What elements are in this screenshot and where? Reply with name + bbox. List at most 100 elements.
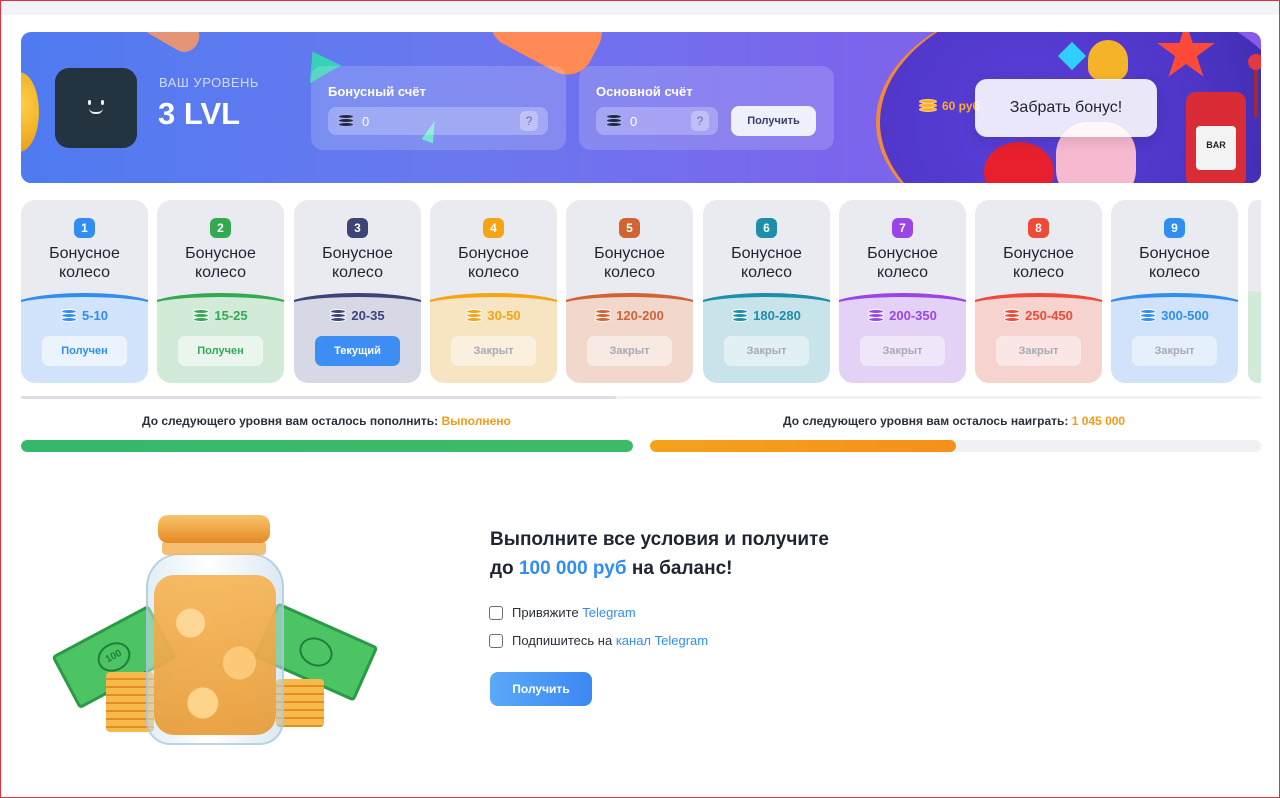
- coin-stack-icon: [606, 114, 622, 128]
- coin-stack-icon: [330, 308, 347, 323]
- decor-shape: [137, 32, 205, 57]
- wheel-range: 5-10: [21, 308, 148, 323]
- bonus-wheel-card[interactable]: 6 Бонусное колесо 180-280 Закрыт: [703, 200, 830, 383]
- wheel-number-badge: 2: [210, 218, 231, 238]
- question-icon[interactable]: ?: [691, 111, 709, 131]
- channel-link[interactable]: канал Telegram: [616, 633, 708, 648]
- wheel-range-value: 120-200: [616, 308, 664, 323]
- slot-label: BAR: [1196, 126, 1236, 170]
- wheel-range: 300-500: [1111, 308, 1238, 323]
- question-icon[interactable]: ?: [520, 111, 538, 131]
- bonus-wheels-carousel[interactable]: 1 Бонусное колесо 5-10 Получен 2 Бонусное кол…: [21, 200, 1261, 384]
- bonus-account-field: 0 ?: [328, 107, 548, 135]
- bonus-account-title: Бонусный счёт: [328, 84, 426, 99]
- wheel-name: Бонусное колесо: [49, 245, 120, 281]
- wheel-range-value: 30-50: [487, 308, 521, 323]
- carousel-scroll-thumb[interactable]: [21, 396, 616, 399]
- bonus-account-value: 0: [362, 113, 370, 129]
- wheel-name: Бонусное колесо: [731, 245, 802, 281]
- coin-stack-icon: [732, 308, 749, 323]
- wheel-status-button: Закрыт: [451, 336, 536, 366]
- wheel-status-button: Получен: [42, 336, 127, 366]
- coin-stack-icon: [1140, 308, 1157, 323]
- wager-progress-fill: [650, 440, 956, 452]
- wheel-status-button: Закрыт: [587, 336, 672, 366]
- wheel-number-badge: 3: [347, 218, 368, 238]
- bonus-wheel-card[interactable]: 3 Бонусное колесо 20-35 Текущий: [294, 200, 421, 383]
- coin-stack-icon: [60, 308, 77, 323]
- wheel-range-value: 200-350: [889, 308, 937, 323]
- telegram-checkbox[interactable]: [489, 605, 503, 620]
- slot-knob: [1248, 54, 1261, 70]
- coin-stack-icon: [1004, 308, 1021, 323]
- main-account-field: 0 ?: [596, 107, 718, 135]
- bonus-wheel-card[interactable]: 4 Бонусное колесо 30-50 Закрыт: [430, 200, 557, 383]
- wheel-status-button: Закрыт: [724, 336, 809, 366]
- channel-checkbox[interactable]: [489, 633, 503, 648]
- coin-stack-icon: [338, 114, 354, 128]
- level-caption: ВАШ УРОВЕНЬ: [159, 75, 259, 90]
- bonus-wheel-card[interactable]: 9 Бонусное колесо 300-500 Закрыт: [1111, 200, 1238, 383]
- deposit-progress-value: Выполнено: [441, 414, 511, 428]
- bonus-wheel-card[interactable]: 7 Бонусное колесо 200-350 Закрыт: [839, 200, 966, 383]
- wheel-status-button[interactable]: Текущий: [315, 336, 400, 366]
- wheel-status-button: Закрыт: [996, 336, 1081, 366]
- deposit-progress-label: До следующего уровня вам осталось пополн…: [142, 414, 511, 428]
- carousel-scrollbar[interactable]: [21, 396, 1261, 399]
- wheel-range: 200-350: [839, 308, 966, 323]
- level-value: 3 LVL: [158, 96, 241, 131]
- condition-channel[interactable]: Подпишитесь на канал Telegram: [489, 633, 708, 648]
- bonus-wheel-card[interactable]: 8 Бонусное колесо 250-450 Закрыт: [975, 200, 1102, 383]
- wheel-number-badge: 5: [619, 218, 640, 238]
- main-account-title: Основной счёт: [596, 84, 693, 99]
- wager-progress-bar: [650, 440, 1261, 452]
- top-strip: [1, 1, 1279, 15]
- wheel-range-value: 180-280: [753, 308, 801, 323]
- coin-stack-icon: [466, 308, 483, 323]
- deposit-progress-text: До следующего уровня вам осталось пополн…: [142, 414, 442, 428]
- wheel-number-badge: 7: [892, 218, 913, 238]
- wheel-number-badge: 8: [1028, 218, 1049, 238]
- wheel-name: Бонусное колесо: [322, 245, 393, 281]
- wheel-range: 120-200: [566, 308, 693, 323]
- wheel-status-button: Закрыт: [1132, 336, 1217, 366]
- offer-amount: 100 000 руб: [518, 558, 627, 579]
- bell-icon: [1088, 40, 1128, 80]
- offer-title: Выполните все условия и получите до 100 …: [490, 525, 829, 583]
- wheel-name: Бонусное колесо: [185, 245, 256, 281]
- condition-text: Привяжите: [512, 605, 583, 620]
- wheel-name: Бонусное колесо: [594, 245, 665, 281]
- wheel-range: 180-280: [703, 308, 830, 323]
- condition-telegram[interactable]: Привяжите Telegram: [489, 605, 636, 620]
- bonus-wheel-card[interactable]: 2 Бонусное колесо 15-25 Получен: [157, 200, 284, 383]
- offer-get-button[interactable]: Получить: [490, 672, 592, 706]
- wager-progress-text: До следующего уровня вам осталось наигра…: [783, 414, 1072, 428]
- wheel-number-badge: 6: [756, 218, 777, 238]
- wheel-range: 15-25: [157, 308, 284, 323]
- wager-progress-value: 1 045 000: [1071, 414, 1126, 428]
- wheel-name: Бонусное колесо: [458, 245, 529, 281]
- wheel-status-button: Получен: [178, 336, 263, 366]
- wheel-number-badge: 4: [483, 218, 504, 238]
- bonus-wheel-card[interactable]: 1 Бонусное колесо 5-10 Получен: [21, 200, 148, 383]
- claim-bonus-button[interactable]: Забрать бонус!: [975, 79, 1157, 137]
- main-account-get-button[interactable]: Получить: [731, 106, 816, 136]
- deposit-progress-bar: [21, 440, 633, 452]
- jar-icon: [146, 515, 284, 745]
- wager-progress-label: До следующего уровня вам осталось наигра…: [783, 414, 1125, 428]
- wheel-range-value: 5-10: [81, 308, 109, 323]
- bonus-wheel-card[interactable]: 5 Бонусное колесо 120-200 Закрыт: [566, 200, 693, 383]
- wheel-range: 30-50: [430, 308, 557, 323]
- wheel-range-value: 300-500: [1161, 308, 1209, 323]
- wheel-range-value: 250-450: [1025, 308, 1073, 323]
- wheel-name: Бонусное колесо: [1139, 245, 1210, 281]
- bonus-account: Бонусный счёт 0 ?: [311, 66, 566, 150]
- promo-amount: 60 руб: [919, 99, 980, 113]
- coin-stack-icon: [919, 99, 937, 113]
- coin-stack-icon: [595, 308, 612, 323]
- coin-stack-icon: [868, 308, 885, 323]
- main-account-value: 0: [630, 113, 638, 129]
- wheel-range: 250-450: [975, 308, 1102, 323]
- bonus-wheel-card-partial[interactable]: [1248, 200, 1261, 383]
- telegram-link[interactable]: Telegram: [582, 605, 635, 620]
